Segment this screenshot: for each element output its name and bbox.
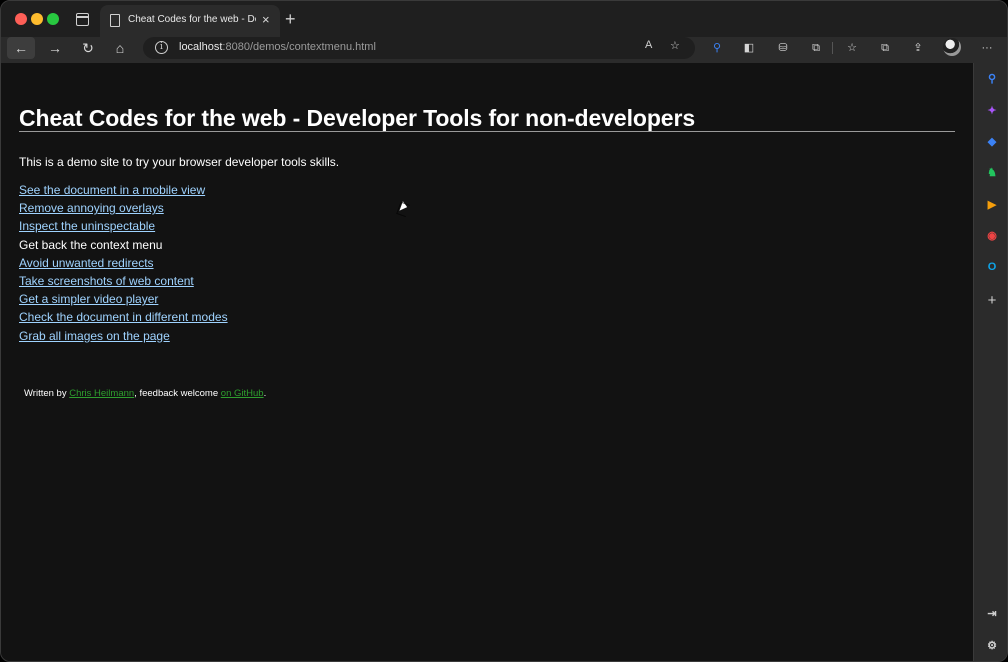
favorites-icon[interactable]: ☆	[842, 38, 862, 58]
github-link[interactable]: on GitHub	[221, 388, 264, 399]
profile-avatar[interactable]	[943, 38, 961, 56]
site-info-icon[interactable]: i	[155, 41, 168, 54]
list-item: Get a simpler video player	[19, 292, 228, 310]
heading-divider	[19, 131, 955, 132]
page-title: Cheat Codes for the web - Developer Tool…	[19, 105, 696, 131]
extension-search-icon[interactable]: ⚲	[707, 38, 727, 58]
edge-sidebar: ⚲ ✦ ◆ ♞ ▶ ◉ O + ⇥ ⚙	[973, 63, 1007, 661]
zoom-window-button[interactable]	[47, 13, 59, 25]
tab-close-icon[interactable]: ×	[262, 12, 270, 27]
outlook-sidebar-icon[interactable]: O	[984, 259, 1000, 275]
footer-suffix: .	[263, 388, 267, 399]
shopping-sidebar-icon[interactable]: ◆	[984, 134, 1000, 150]
collections-icon[interactable]: ⧉	[875, 38, 895, 58]
add-sidebar-icon[interactable]: +	[984, 293, 1000, 309]
intro-text: This is a demo site to try your browser …	[19, 155, 340, 169]
url-path: :8080/demos/contextmenu.html	[222, 41, 376, 53]
tab-actions-icon[interactable]	[76, 13, 89, 26]
back-button[interactable]: ←	[7, 37, 35, 59]
active-tab[interactable]: Cheat Codes for the web - Developer Tool…	[100, 5, 280, 37]
extension-save-icon[interactable]: ◧	[739, 38, 759, 58]
close-window-button[interactable]	[15, 13, 27, 25]
share-icon[interactable]: ⇪	[908, 38, 928, 58]
inspect-link[interactable]: Inspect the uninspectable	[19, 219, 155, 233]
new-tab-button[interactable]: +	[285, 9, 296, 29]
url-text[interactable]: localhost:8080/demos/contextmenu.html	[179, 41, 376, 53]
title-bar: Cheat Codes for the web - Developer Tool…	[1, 1, 1007, 37]
list-item: Take screenshots of web content	[19, 274, 228, 292]
extension-storage-icon[interactable]: ⛁	[773, 38, 793, 58]
mobile-view-link[interactable]: See the document in a mobile view	[19, 183, 205, 197]
extensions-icon[interactable]: ⧉	[806, 38, 826, 58]
video-player-link[interactable]: Get a simpler video player	[19, 292, 158, 306]
copilot-sidebar-icon[interactable]: ✦	[984, 103, 1000, 119]
screenshots-link[interactable]: Take screenshots of web content	[19, 274, 194, 288]
mouse-cursor	[399, 201, 409, 213]
search-sidebar-icon[interactable]: ⚲	[984, 71, 1000, 87]
list-item: See the document in a mobile view	[19, 183, 228, 201]
toolbar: ← → ↻ ⌂ i localhost:8080/demos/contextme…	[1, 37, 1007, 63]
add-favorite-icon[interactable]: ☆	[670, 39, 680, 52]
list-item: Check the document in different modes	[19, 310, 228, 328]
forward-button[interactable]: →	[43, 37, 67, 59]
footer-prefix: Written by	[24, 388, 70, 399]
modes-link[interactable]: Check the document in different modes	[19, 310, 228, 324]
demo-link-list: See the document in a mobile view Remove…	[19, 183, 228, 347]
games-sidebar-icon[interactable]: ♞	[984, 165, 1000, 181]
tab-title: Cheat Codes for the web - Developer Tool…	[128, 14, 256, 25]
browser-window: Cheat Codes for the web - Developer Tool…	[0, 0, 1008, 662]
page-viewport: Cheat Codes for the web - Developer Tool…	[1, 63, 973, 661]
author-link[interactable]: Chris Heilmann	[69, 388, 134, 399]
tools-sidebar-icon[interactable]: ▶	[984, 197, 1000, 213]
list-item: Get back the context menu	[19, 238, 228, 256]
list-item: Inspect the uninspectable	[19, 219, 228, 237]
minimize-window-button[interactable]	[31, 13, 43, 25]
redirects-link[interactable]: Avoid unwanted redirects	[19, 256, 154, 270]
footer-middle: , feedback welcome	[134, 388, 221, 399]
page-footer: Written by Chris Heilmann, feedback welc…	[24, 388, 266, 399]
address-bar[interactable]: i localhost:8080/demos/contextmenu.html …	[143, 37, 695, 59]
list-item: Grab all images on the page	[19, 329, 228, 347]
office-sidebar-icon[interactable]: ◉	[984, 228, 1000, 244]
toolbar-divider	[832, 42, 833, 54]
context-menu-current-item: Get back the context menu	[19, 237, 163, 252]
settings-sidebar-icon[interactable]: ⚙	[984, 638, 1000, 654]
remove-overlays-link[interactable]: Remove annoying overlays	[19, 201, 164, 215]
hide-sidebar-icon[interactable]: ⇥	[984, 606, 1000, 622]
list-item: Remove annoying overlays	[19, 201, 228, 219]
read-aloud-icon[interactable]: A	[645, 39, 652, 51]
more-options-icon[interactable]: ···	[977, 38, 997, 58]
reload-button[interactable]: ↻	[77, 37, 99, 59]
home-button[interactable]: ⌂	[109, 37, 131, 59]
grab-images-link[interactable]: Grab all images on the page	[19, 329, 170, 343]
url-host: localhost	[179, 41, 223, 53]
list-item: Avoid unwanted redirects	[19, 256, 228, 274]
document-icon	[110, 14, 120, 27]
